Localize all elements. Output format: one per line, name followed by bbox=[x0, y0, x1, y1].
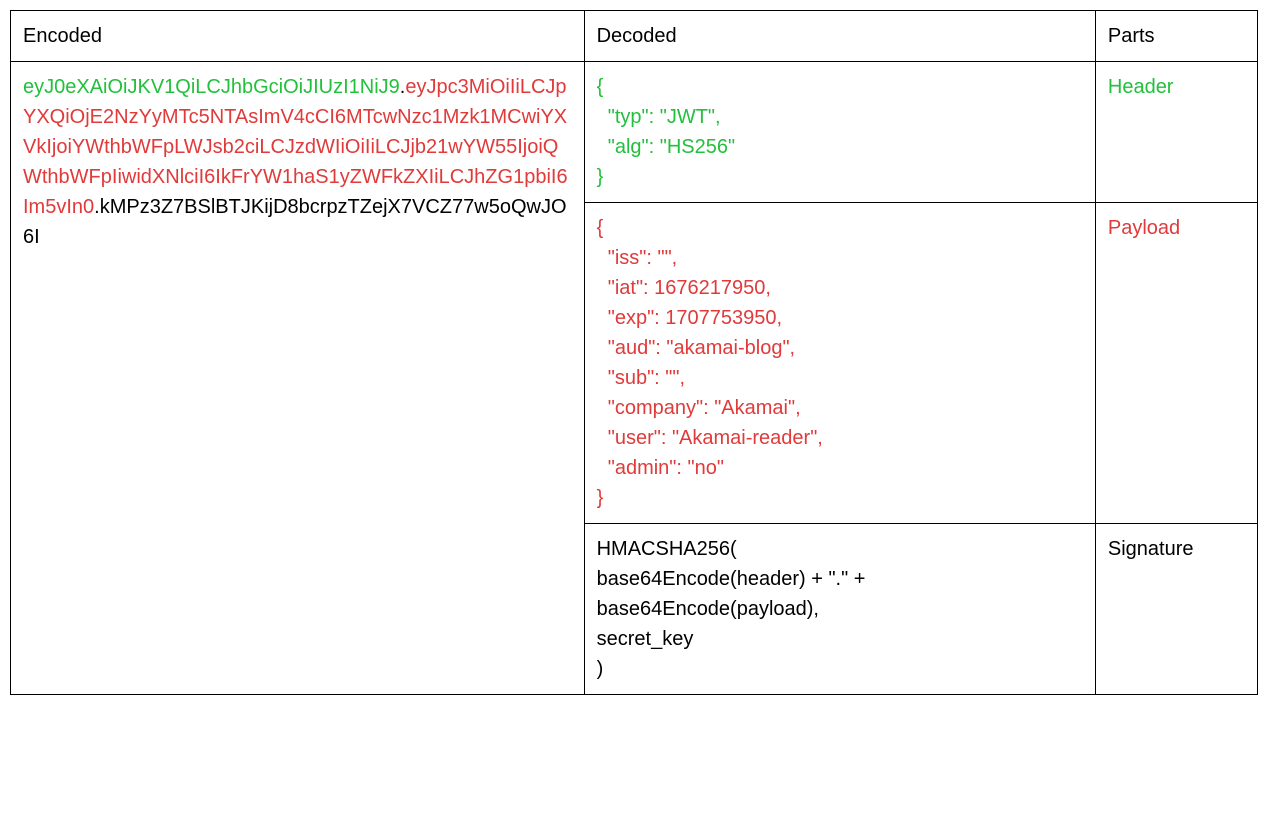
encoded-signature: kMPz3Z7BSlBTJKijD8bcrpzTZejX7VCZ77w5oQwJ… bbox=[23, 196, 567, 248]
cell-decoded-header: { "typ": "JWT", "alg": "HS256" } bbox=[584, 62, 1095, 203]
cell-decoded-payload: { "iss": "", "iat": 1676217950, "exp": 1… bbox=[584, 203, 1095, 524]
cell-encoded: eyJ0eXAiOiJKV1QiLCJhbGciOiJIUzI1NiJ9.eyJ… bbox=[11, 62, 585, 695]
cell-part-signature: Signature bbox=[1095, 524, 1257, 695]
col-header-encoded: Encoded bbox=[11, 11, 585, 62]
col-header-parts: Parts bbox=[1095, 11, 1257, 62]
decoded-payload: { "iss": "", "iat": 1676217950, "exp": 1… bbox=[597, 217, 823, 509]
jwt-table: Encoded Decoded Parts eyJ0eXAiOiJKV1QiLC… bbox=[10, 10, 1258, 695]
col-header-decoded: Decoded bbox=[584, 11, 1095, 62]
cell-decoded-signature: HMACSHA256( base64Encode(header) + "." +… bbox=[584, 524, 1095, 695]
decoded-signature: HMACSHA256( base64Encode(header) + "." +… bbox=[597, 538, 866, 680]
cell-part-payload: Payload bbox=[1095, 203, 1257, 524]
decoded-header: { "typ": "JWT", "alg": "HS256" } bbox=[597, 76, 735, 188]
encoded-header: eyJ0eXAiOiJKV1QiLCJhbGciOiJIUzI1NiJ9 bbox=[23, 76, 400, 98]
cell-part-header: Header bbox=[1095, 62, 1257, 203]
